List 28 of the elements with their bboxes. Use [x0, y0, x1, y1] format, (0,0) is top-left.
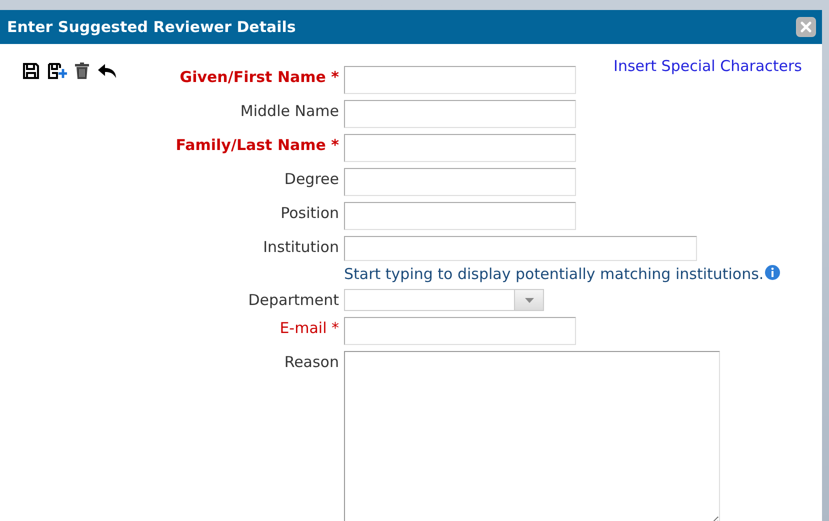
field-label: Given/First Name * [180, 67, 339, 86]
save-icon[interactable] [22, 62, 40, 80]
text-field[interactable] [344, 66, 576, 94]
close-icon [799, 20, 813, 34]
field-label: Position [280, 203, 339, 222]
insert-special-characters-link[interactable]: Insert Special Characters [614, 57, 802, 75]
text-field[interactable] [344, 100, 576, 128]
window-title: Enter Suggested Reviewer Details [7, 18, 296, 36]
field-label: E-mail * [280, 318, 339, 337]
caret-icon [524, 298, 534, 302]
save-add-icon[interactable] [47, 62, 67, 80]
text-field[interactable] [344, 168, 576, 196]
field-label: Department [248, 290, 339, 309]
dropdown-field[interactable] [344, 289, 544, 311]
text-field[interactable] [344, 134, 576, 162]
hint-text: Start typing to display potentially matching institutions. [344, 265, 764, 283]
text-field[interactable] [344, 317, 576, 345]
field-label: Middle Name [240, 101, 339, 120]
close-button[interactable] [796, 17, 816, 37]
field-label: Degree [284, 169, 339, 188]
field-label: Family/Last Name * [176, 135, 339, 154]
undo-icon[interactable] [97, 62, 117, 80]
trash-icon[interactable] [74, 62, 90, 80]
info-icon[interactable] [764, 265, 780, 280]
text-field[interactable] [344, 236, 697, 261]
field-label: Institution [263, 237, 339, 256]
field-label: Reason [284, 352, 339, 371]
text-field[interactable] [344, 202, 576, 230]
